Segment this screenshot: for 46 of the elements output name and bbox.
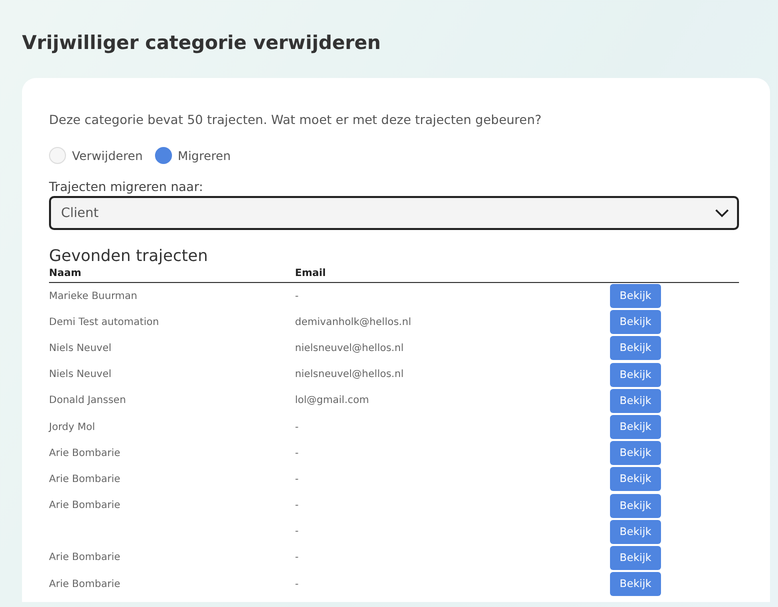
- email-cell-text: nielsneuvel@hellos.nl: [295, 369, 405, 380]
- name-cell-text: Marieke Buurman: [49, 290, 138, 302]
- view-button[interactable]: Bekijk: [610, 415, 661, 440]
- email-cell-text: -: [295, 552, 300, 564]
- intro-text: Deze categorie bevat 50 trajecten. Wat moet er met deze trajecten gebeuren?: [49, 112, 543, 127]
- email-cell-text: -: [295, 448, 300, 459]
- view-button[interactable]: Bekijk: [610, 284, 661, 308]
- name-cell-text: Niels Neuvel: [49, 342, 112, 354]
- view-button[interactable]: Bekijk: [610, 441, 661, 466]
- field-label: Trajecten migreren naar:: [49, 179, 204, 194]
- name-cell-text: Arie Bombarie: [49, 448, 122, 459]
- name-cell-text: Arie Bombarie: [49, 578, 122, 590]
- view-button[interactable]: Bekijk: [610, 362, 661, 387]
- radio-label: Migreren: [178, 148, 231, 162]
- name-cell-text: Donald Janssen: [49, 395, 127, 406]
- radio-label: Verwijderen: [72, 148, 143, 162]
- name-cell-text: Jordy Mol: [49, 422, 96, 433]
- view-button[interactable]: Bekijk: [610, 388, 661, 413]
- view-button[interactable]: Bekijk: [610, 494, 661, 518]
- view-button[interactable]: Bekijk: [610, 520, 661, 544]
- migrate-select[interactable]: Client: [49, 196, 739, 230]
- chevron-down-icon: [715, 208, 729, 218]
- radio-button[interactable]: [154, 147, 172, 164]
- column-header: Naam: [49, 268, 82, 279]
- email-cell-text: -: [295, 290, 300, 302]
- view-button[interactable]: Bekijk: [610, 310, 661, 334]
- email-cell-text: nielsneuvel@hellos.nl: [295, 342, 405, 354]
- view-button[interactable]: Bekijk: [610, 336, 661, 360]
- name-cell-text: Arie Bombarie: [49, 474, 122, 485]
- email-cell-text: -: [295, 578, 300, 590]
- name-cell-text: Niels Neuvel: [49, 369, 112, 380]
- view-button[interactable]: Bekijk: [610, 572, 661, 596]
- view-button[interactable]: Bekijk: [610, 467, 661, 492]
- name-cell-text: Arie Bombarie: [49, 552, 122, 564]
- section-heading: Gevonden trajecten: [49, 246, 209, 265]
- name-cell-text: Demi Test automation: [49, 316, 160, 328]
- view-button[interactable]: Bekijk: [610, 546, 661, 570]
- name-cell-text: Arie Bombarie: [49, 500, 122, 512]
- email-cell-text: lol@gmail.com: [295, 395, 370, 406]
- email-cell-text: -: [295, 474, 300, 485]
- email-cell-text: -: [295, 526, 300, 538]
- email-cell-text: demivanholk@hellos.nl: [295, 316, 412, 328]
- page-title: Vrijwilliger categorie verwijderen: [22, 32, 382, 54]
- email-cell-text: -: [295, 500, 300, 512]
- column-header: Email: [295, 268, 327, 279]
- email-cell-text: -: [295, 422, 300, 433]
